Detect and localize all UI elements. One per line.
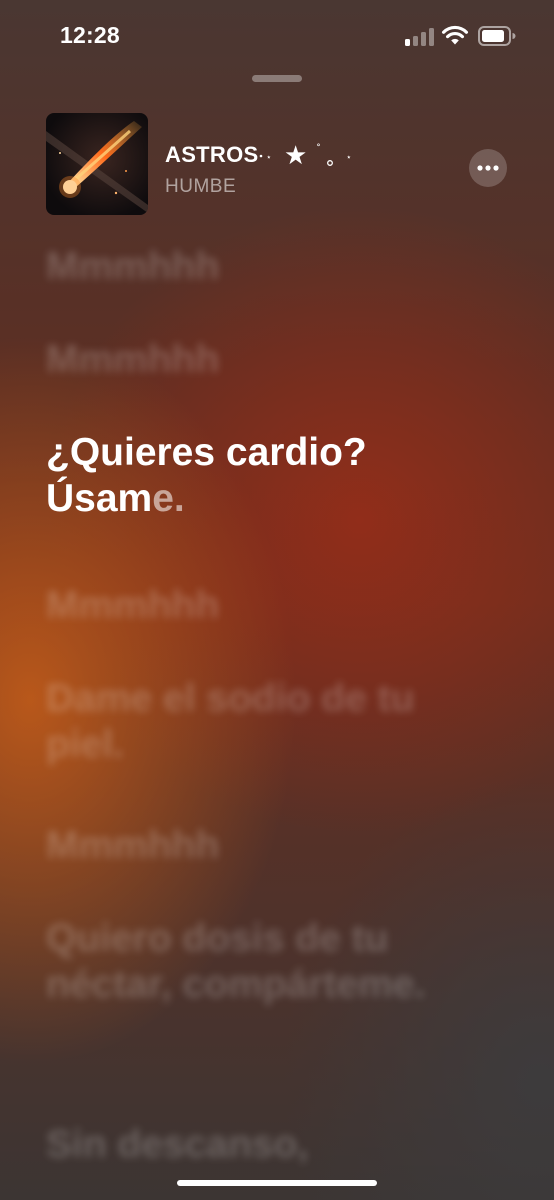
- home-indicator[interactable]: [177, 1180, 377, 1186]
- battery-icon: [478, 26, 516, 46]
- current-lyric-line[interactable]: ¿Quieres cardio? Úsame.: [46, 430, 466, 522]
- svg-text:⋆: ⋆: [346, 153, 352, 163]
- lyric-line[interactable]: Mmmhhh: [46, 583, 466, 629]
- status-bar: 12:28: [0, 0, 554, 70]
- star-decoration-icon: ⋆ ★ ˚ ⋆: [259, 141, 352, 168]
- status-time: 12:28: [60, 22, 120, 48]
- sheet-grabber[interactable]: [252, 75, 302, 82]
- svg-text:★: ★: [284, 141, 307, 168]
- svg-text:˚: ˚: [316, 143, 321, 155]
- lyric-line[interactable]: Mmmhhh: [46, 337, 466, 383]
- artist-name[interactable]: HUMBE: [165, 176, 236, 198]
- current-lyric-unsung: e.: [152, 477, 185, 520]
- lyric-line[interactable]: Dame el sodio de tu piel.: [46, 676, 466, 768]
- lyric-line[interactable]: Mmmhhh: [46, 823, 466, 869]
- track-title[interactable]: ASTROS: [165, 142, 258, 168]
- lyric-line[interactable]: Sin descanso,: [46, 1122, 466, 1168]
- lyric-line[interactable]: Quiero dosis de tu néctar, compárteme.: [46, 916, 466, 1008]
- more-options-button[interactable]: [469, 149, 507, 187]
- ellipsis-icon: [477, 165, 499, 171]
- wifi-icon: [442, 25, 468, 45]
- current-lyric-sung: Úsam: [46, 477, 153, 520]
- cellular-signal-icon: [405, 27, 435, 46]
- lyric-line[interactable]: Mmmhhh: [46, 244, 466, 290]
- current-lyric-text: ¿Quieres cardio?: [46, 431, 367, 474]
- album-art[interactable]: [46, 113, 148, 215]
- svg-text:⋆: ⋆: [266, 153, 272, 163]
